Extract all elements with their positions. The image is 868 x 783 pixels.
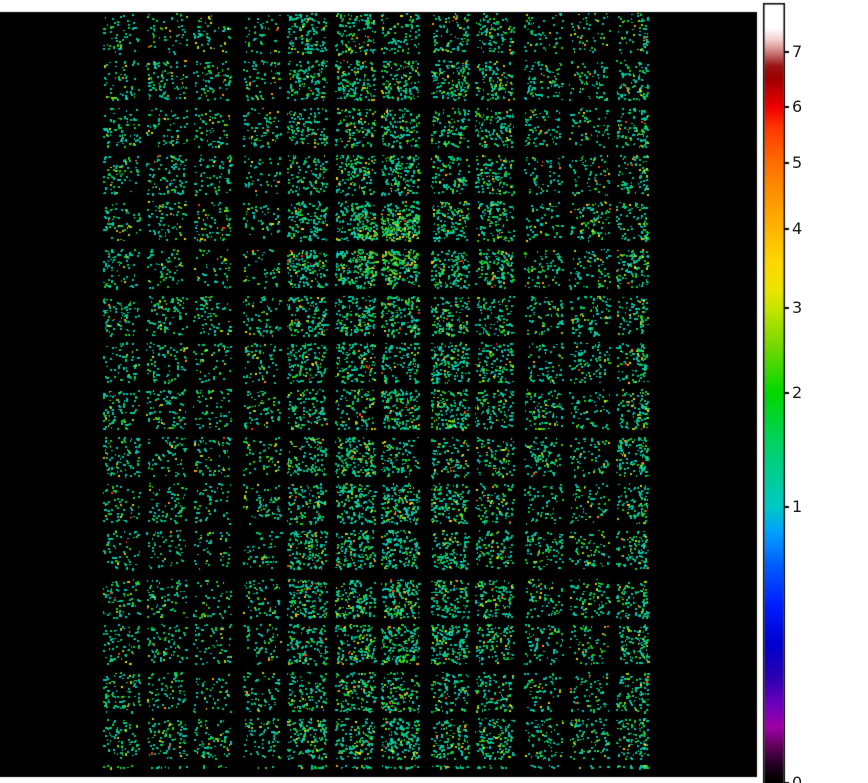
- colorbar-tick-label-4: 4: [792, 218, 802, 240]
- colorbar-tick-label-1: 1: [792, 496, 802, 518]
- photon-image-viewer: 7 6 5 4 3 2 1 0: [0, 0, 868, 783]
- colorbar-tick-label-3: 3: [792, 297, 802, 319]
- colorbar-tick-label-6: 6: [792, 96, 802, 118]
- colorbar-tick-label-2: 2: [792, 382, 802, 404]
- photon-events-image: [0, 0, 868, 783]
- colorbar-tick-label-5: 5: [792, 152, 802, 174]
- colorbar-tick-label-0: 0: [792, 772, 802, 783]
- colorbar-tick-label-7: 7: [792, 41, 802, 63]
